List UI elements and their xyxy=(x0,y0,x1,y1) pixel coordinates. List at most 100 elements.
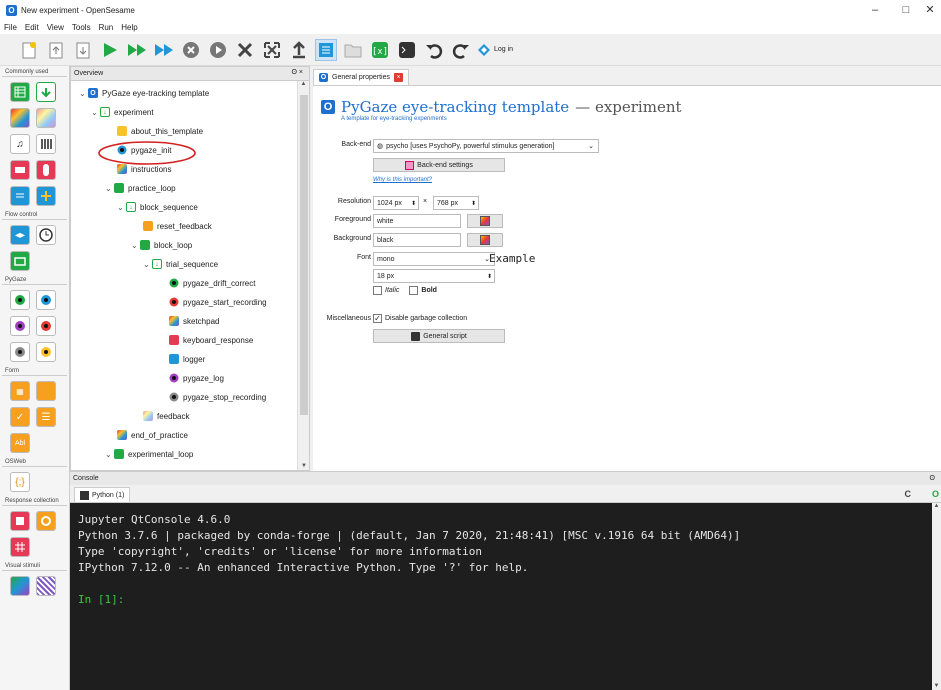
form-text-display-icon[interactable]: ☰ xyxy=(36,407,56,427)
general-script-button[interactable]: General script xyxy=(373,329,505,343)
resolution-width-spinbox[interactable]: 1024 px ⬍ xyxy=(373,196,419,210)
pause-button[interactable] xyxy=(207,39,229,61)
fullscreen-icon[interactable] xyxy=(261,39,283,61)
foreground-color-picker[interactable] xyxy=(467,214,503,228)
tree-node-end-of-practice[interactable]: end_of_practice xyxy=(117,428,188,442)
tree-node-keyboard-response[interactable]: keyboard_response xyxy=(169,333,253,347)
pygaze-init-icon[interactable] xyxy=(36,290,56,310)
tree-node-pygaze-start-recording[interactable]: pygaze_start_recording xyxy=(169,295,267,309)
tree-node-pygaze-drift-correct[interactable]: pygaze_drift_correct xyxy=(169,276,255,290)
chevron-down-icon[interactable]: ⌄ xyxy=(91,108,100,117)
minimize-button[interactable]: – xyxy=(858,0,892,20)
advanced-delay-icon[interactable] xyxy=(36,225,56,245)
tree-node-trial-sequence[interactable]: ⌄ ↓ trial_sequence xyxy=(143,257,218,271)
form-consent-icon[interactable] xyxy=(36,381,56,401)
python-console[interactable]: Jupyter QtConsole 4.6.0 Python 3.7.6 | p… xyxy=(70,503,932,690)
tab-general-properties[interactable]: O General properties × xyxy=(313,69,409,85)
undock-icon[interactable]: ʘ xyxy=(930,475,935,482)
backend-select[interactable]: ◍ psycho [uses PsychoPy, powerful stimul… xyxy=(373,139,599,153)
tree-node-experiment[interactable]: ⌄ ↓ experiment xyxy=(91,105,154,119)
pygaze-log-icon[interactable] xyxy=(10,316,30,336)
scroll-down-icon[interactable]: ▼ xyxy=(932,683,941,689)
bold-checkbox[interactable] xyxy=(409,286,419,295)
close-button[interactable]: ✕ xyxy=(913,0,941,20)
tree-node-sketchpad[interactable]: sketchpad xyxy=(169,314,219,328)
tree-node-reset-feedback[interactable]: reset_feedback xyxy=(143,219,212,233)
form-text-input-icon[interactable]: Abl xyxy=(10,433,30,453)
tree-node-experiment-root[interactable]: ⌄ O PyGaze eye-tracking template xyxy=(79,86,209,100)
spinner-arrows-icon[interactable]: ⬍ xyxy=(487,273,492,280)
spinner-arrows-icon[interactable]: ⬍ xyxy=(411,200,416,207)
coroutines-icon[interactable]: ◂▸ xyxy=(10,225,30,245)
foreground-input[interactable]: white xyxy=(373,214,461,228)
tree-node-block-loop[interactable]: ⌄ block_loop xyxy=(131,238,192,252)
chevron-down-icon[interactable]: ⌄ xyxy=(105,450,114,459)
menu-help[interactable]: Help xyxy=(121,23,137,32)
variable-inspector-icon[interactable]: [x] xyxy=(369,39,391,61)
chevron-down-icon[interactable]: ⌄ xyxy=(117,203,126,212)
tree-node-practice-loop[interactable]: ⌄ practice_loop xyxy=(105,181,176,195)
file-pool-icon[interactable] xyxy=(342,39,364,61)
inline-script-icon[interactable] xyxy=(36,186,56,206)
redo-icon[interactable] xyxy=(450,39,472,61)
close-tab-icon[interactable]: × xyxy=(393,73,403,82)
open-button[interactable] xyxy=(45,39,67,61)
debug-window-icon[interactable] xyxy=(396,39,418,61)
close-all-tabs-icon[interactable] xyxy=(234,39,256,61)
disable-gc-checkbox[interactable]: ✓ xyxy=(373,314,382,323)
sketchpad-icon[interactable] xyxy=(10,108,30,128)
menu-edit[interactable]: Edit xyxy=(25,23,39,32)
form-multiple-choice-icon[interactable]: ✓ xyxy=(10,407,30,427)
logger-icon[interactable] xyxy=(10,186,30,206)
keyboard-response-icon[interactable] xyxy=(10,160,30,180)
quick-run-button[interactable] xyxy=(153,39,175,61)
repeat-cycle-icon[interactable] xyxy=(10,251,30,271)
background-input[interactable]: black xyxy=(373,233,461,247)
touch-response-icon[interactable] xyxy=(10,511,30,531)
sampler-icon[interactable]: ♫ xyxy=(10,134,30,154)
sequence-icon[interactable] xyxy=(36,82,56,102)
console-prompt[interactable]: In [1]: xyxy=(78,592,932,608)
tree-node-experimental-loop[interactable]: ⌄ experimental_loop xyxy=(105,447,193,461)
experiment-subtitle[interactable]: A template for eye-tracking experiments xyxy=(341,116,447,122)
loop-icon[interactable] xyxy=(10,82,30,102)
overview-header-icons[interactable]: ʘ × xyxy=(292,69,303,76)
console-scrollbar[interactable]: ▲ ▼ xyxy=(932,503,941,690)
why-important-link[interactable]: Why is this important? xyxy=(373,177,432,183)
tree-node-pygaze-stop-recording[interactable]: pygaze_stop_recording xyxy=(169,390,266,404)
tree-node-block-sequence[interactable]: ⌄ ↓ block_sequence xyxy=(117,200,198,214)
response-grid-icon[interactable] xyxy=(10,537,30,557)
stop-button[interactable] xyxy=(180,39,202,61)
mouse-response-icon[interactable] xyxy=(36,160,56,180)
backend-settings-button[interactable]: Back-end settings xyxy=(373,158,505,172)
scrollbar-thumb[interactable] xyxy=(300,95,308,415)
login-button[interactable]: Log in xyxy=(477,39,513,61)
experiment-title[interactable]: PyGaze eye-tracking template xyxy=(341,98,569,116)
tab-python-1[interactable]: Python (1) xyxy=(74,487,131,502)
restart-kernel-icon[interactable]: C xyxy=(905,489,912,499)
chevron-down-icon[interactable]: ⌄ xyxy=(131,241,140,250)
gabor-patch-icon[interactable] xyxy=(36,576,56,596)
tree-node-pygaze-log[interactable]: pygaze_log xyxy=(169,371,224,385)
menu-run[interactable]: Run xyxy=(99,23,114,32)
menu-view[interactable]: View xyxy=(47,23,64,32)
resolution-height-spinbox[interactable]: 768 px ⬍ xyxy=(433,196,479,210)
menu-file[interactable]: File xyxy=(4,23,17,32)
pygaze-start-recording-icon[interactable] xyxy=(36,316,56,336)
run-button[interactable] xyxy=(99,39,121,61)
feedback-icon[interactable] xyxy=(36,108,56,128)
tree-node-about-this-template[interactable]: about_this_template xyxy=(117,124,203,138)
inline-javascript-icon[interactable]: {;} xyxy=(10,472,30,492)
italic-checkbox[interactable] xyxy=(373,286,382,295)
chevron-down-icon[interactable]: ⌄ xyxy=(143,260,152,269)
menu-tools[interactable]: Tools xyxy=(72,23,91,32)
tree-node-logger[interactable]: logger xyxy=(169,352,205,366)
undo-icon[interactable] xyxy=(423,39,445,61)
pygaze-stop-recording-icon[interactable] xyxy=(10,342,30,362)
pygaze-wait-icon[interactable] xyxy=(36,342,56,362)
reset-feedback-icon[interactable] xyxy=(36,511,56,531)
scroll-up-icon[interactable]: ▲ xyxy=(298,81,309,87)
new-file-button[interactable] xyxy=(18,39,40,61)
spinner-arrows-icon[interactable]: ⬍ xyxy=(471,200,476,207)
chevron-down-icon[interactable]: ⌄ xyxy=(105,184,114,193)
